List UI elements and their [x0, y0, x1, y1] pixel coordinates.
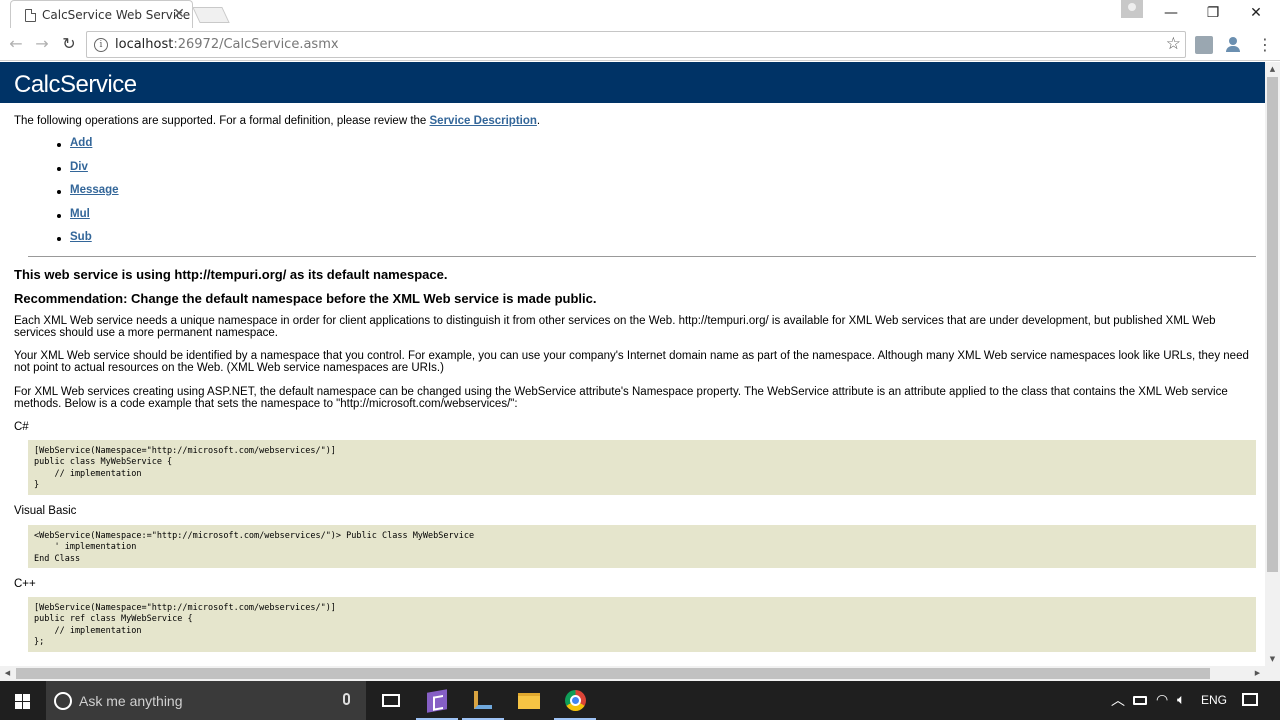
- volume-icon[interactable]: 🔈︎: [1177, 691, 1185, 708]
- file-explorer-taskbar-button[interactable]: [506, 681, 552, 720]
- vertical-scroll-thumb[interactable]: [1267, 77, 1278, 572]
- intro-text: The following operations are supported. …: [14, 115, 540, 127]
- tab-strip: CalcService Web Service ✕ — ❐ ✕: [0, 0, 1280, 28]
- list-item: Message: [57, 184, 119, 208]
- cortana-search-box[interactable]: Ask me anything: [46, 681, 366, 720]
- extension-icon[interactable]: [1195, 36, 1213, 54]
- list-item: Sub: [57, 231, 119, 255]
- operation-link-add[interactable]: Add: [70, 137, 92, 149]
- operations-list: Add Div Message Mul Sub: [57, 137, 119, 255]
- tray-chevron-icon[interactable]: ︿: [1111, 690, 1125, 710]
- heading-bar: CalcService: [0, 62, 1265, 103]
- close-window-button[interactable]: ✕: [1236, 0, 1276, 26]
- page-title: CalcService: [14, 71, 137, 98]
- url-path: :26972/CalcService.asmx: [173, 37, 339, 52]
- page-icon: [25, 9, 36, 22]
- paragraph-namespace-control: Your XML Web service should be identifie…: [14, 350, 1249, 374]
- visual-studio-taskbar-button[interactable]: [414, 681, 460, 720]
- back-button[interactable]: ←: [6, 34, 26, 54]
- address-bar[interactable]: i localhost:26972/CalcService.asmx ☆: [86, 31, 1186, 58]
- language-indicator[interactable]: ENG: [1201, 693, 1227, 707]
- browser-toolbar: ← → ↻ i localhost:26972/CalcService.asmx…: [0, 28, 1280, 61]
- csharp-code-block: [WebService(Namespace="http://microsoft.…: [28, 440, 1256, 495]
- search-placeholder: Ask me anything: [79, 693, 183, 709]
- task-view-icon: [382, 694, 400, 707]
- bookmark-star-icon[interactable]: ☆: [1166, 34, 1181, 54]
- url-text[interactable]: localhost:26972/CalcService.asmx: [115, 37, 339, 52]
- page-viewport: CalcService The following operations are…: [0, 62, 1265, 666]
- restore-button[interactable]: ❐: [1193, 0, 1233, 26]
- info-icon[interactable]: i: [94, 38, 108, 52]
- cpp-code-block: [WebService(Namespace="http://microsoft.…: [28, 597, 1256, 652]
- reload-button[interactable]: ↻: [59, 34, 79, 54]
- forward-button[interactable]: →: [32, 34, 52, 54]
- intro-after: .: [536, 115, 541, 127]
- scroll-right-arrow-icon[interactable]: ▶: [1250, 666, 1265, 681]
- vb-label: Visual Basic: [14, 505, 77, 517]
- horizontal-scroll-thumb[interactable]: [16, 668, 1210, 679]
- cortana-icon: [54, 692, 72, 710]
- chrome-icon: [565, 690, 586, 711]
- scroll-up-arrow-icon[interactable]: ▲: [1265, 62, 1280, 76]
- operation-link-div[interactable]: Div: [70, 161, 88, 173]
- microphone-icon[interactable]: [343, 693, 350, 705]
- notifications-icon[interactable]: [1242, 693, 1258, 706]
- list-item: Div: [57, 161, 119, 185]
- visual-studio-icon: [427, 689, 447, 713]
- vb-code-block: <WebService(Namespace:="http://microsoft…: [28, 525, 1256, 568]
- profile-icon[interactable]: [1121, 0, 1143, 18]
- tab-close-icon[interactable]: ✕: [171, 6, 187, 22]
- divider: [28, 256, 1256, 257]
- operation-link-mul[interactable]: Mul: [70, 208, 90, 220]
- folder-icon: [518, 693, 540, 709]
- task-view-button[interactable]: [368, 681, 414, 720]
- user-extension-icon[interactable]: [1224, 36, 1242, 54]
- new-tab-button[interactable]: [192, 7, 230, 23]
- windows-logo-icon: [15, 694, 30, 709]
- tools-icon: [474, 691, 492, 709]
- intro-before: The following operations are supported. …: [14, 115, 430, 127]
- scroll-down-arrow-icon[interactable]: ▼: [1265, 652, 1280, 666]
- chrome-taskbar-button[interactable]: [552, 681, 598, 720]
- minimize-button[interactable]: —: [1151, 0, 1191, 26]
- paragraph-namespace-uniqueness: Each XML Web service needs a unique name…: [14, 315, 1216, 339]
- browser-menu-icon[interactable]: ⋮: [1257, 35, 1273, 55]
- scrollbar-corner: [1265, 666, 1280, 681]
- tools-taskbar-button[interactable]: [460, 681, 506, 720]
- battery-icon[interactable]: [1133, 696, 1147, 705]
- start-button[interactable]: [0, 681, 46, 720]
- vertical-scrollbar[interactable]: ▲ ▼: [1265, 62, 1280, 666]
- wifi-icon[interactable]: ◠: [1156, 691, 1168, 708]
- taskbar: Ask me anything ︿ ◠ 🔈︎ ENG: [0, 681, 1280, 720]
- browser-tab[interactable]: CalcService Web Service ✕: [10, 0, 193, 28]
- list-item: Add: [57, 137, 119, 161]
- scroll-left-arrow-icon[interactable]: ◀: [0, 666, 15, 681]
- operation-link-message[interactable]: Message: [70, 184, 119, 196]
- service-description-link[interactable]: Service Description: [430, 115, 537, 127]
- url-host: localhost: [115, 37, 174, 52]
- tab-title: CalcService Web Service: [42, 8, 191, 22]
- horizontal-scrollbar[interactable]: ◀ ▶: [0, 666, 1265, 681]
- list-item: Mul: [57, 208, 119, 232]
- csharp-label: C#: [14, 421, 29, 433]
- recommendation-notice: Recommendation: Change the default names…: [14, 291, 597, 306]
- paragraph-aspnet-namespace: For XML Web services creating using ASP.…: [14, 386, 1228, 410]
- namespace-notice: This web service is using http://tempuri…: [14, 267, 448, 282]
- cpp-label: C++: [14, 578, 36, 590]
- operation-link-sub[interactable]: Sub: [70, 231, 92, 243]
